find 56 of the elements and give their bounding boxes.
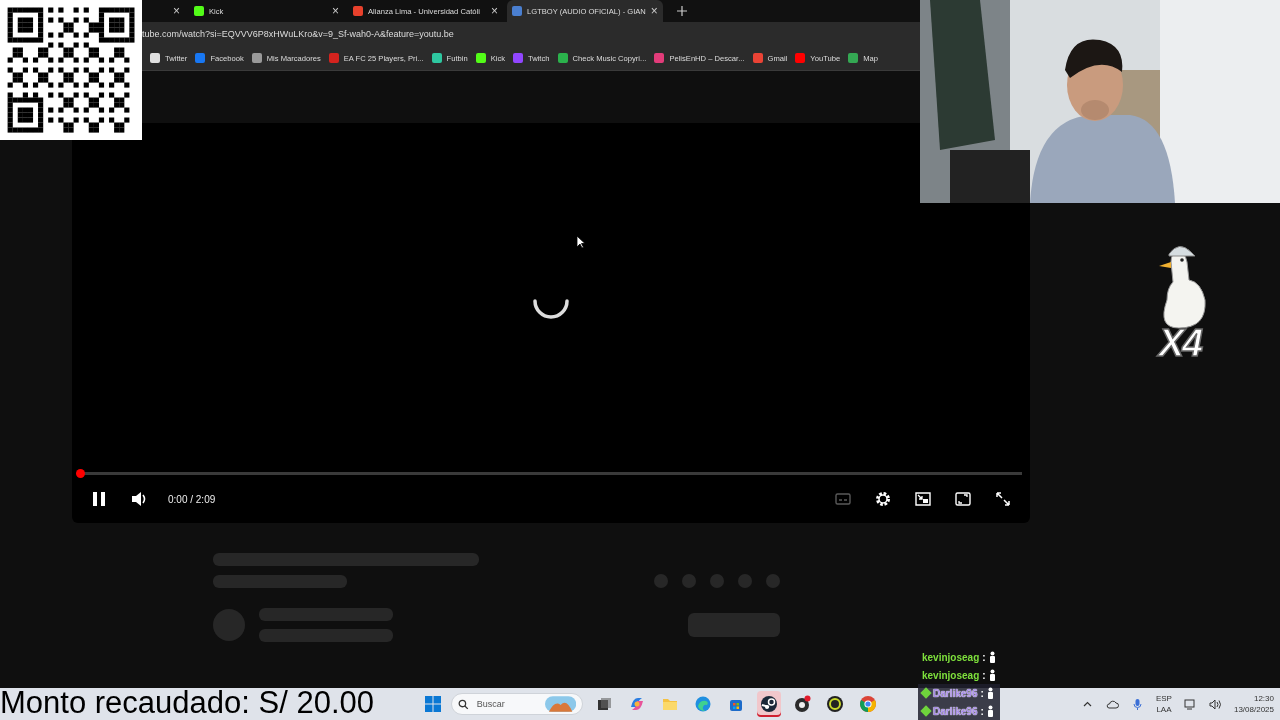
pause-icon[interactable] <box>90 490 108 508</box>
loading-spinner-icon <box>533 298 569 319</box>
network-icon[interactable] <box>1183 697 1197 711</box>
skeleton-dot <box>654 574 668 588</box>
landscape-icon <box>544 696 576 712</box>
skeleton-dot <box>766 574 780 588</box>
search-icon <box>458 698 469 710</box>
close-icon[interactable]: × <box>173 4 180 18</box>
settings-icon[interactable] <box>874 490 892 508</box>
chat-username: Darlike96 <box>933 705 978 717</box>
microphone-icon[interactable] <box>1130 697 1144 711</box>
windows-logo-icon[interactable] <box>424 695 442 713</box>
chat-username: Darlike96 <box>933 687 978 699</box>
theater-icon[interactable] <box>954 490 972 508</box>
app-icon <box>793 695 811 713</box>
progress-handle[interactable] <box>76 469 85 478</box>
volume-icon[interactable] <box>1208 697 1222 711</box>
chat-separator: : <box>980 687 984 699</box>
figure-icon <box>988 651 996 663</box>
chrome-icon <box>859 695 877 713</box>
chat-username: kevinjoseag <box>922 651 980 663</box>
miniplayer-icon[interactable] <box>914 490 932 508</box>
multiplier-label: X4 <box>1158 324 1202 362</box>
clock-date[interactable]: 13/08/2025 <box>1233 704 1274 715</box>
close-icon[interactable]: × <box>650 4 658 18</box>
close-icon[interactable]: × <box>332 4 339 18</box>
swirl-icon <box>628 695 646 713</box>
taskbar-app[interactable] <box>757 691 781 717</box>
wave-icon <box>694 695 712 713</box>
piston-icon <box>760 695 778 713</box>
skeleton-dot <box>738 574 752 588</box>
skeleton-avatar <box>213 609 245 641</box>
figure-icon <box>986 705 994 717</box>
search-field[interactable]: Buscar <box>451 693 583 715</box>
chat-username: kevinjoseag <box>922 669 980 681</box>
clock-time[interactable]: 12:30 <box>1253 693 1274 704</box>
language-label[interactable]: ESP <box>1155 693 1172 704</box>
time-display: 0:00 / 2:09 <box>168 493 216 505</box>
new-tab-icon[interactable] <box>676 6 687 16</box>
cursor-icon <box>576 235 586 249</box>
chat-separator: : <box>982 669 986 681</box>
address-field[interactable]: tube.com/watch?si=EQVVV6P8xHWuLKro&v=9_Sf-wah0-A&feature=youtu.be <box>142 29 454 39</box>
chat-separator: : <box>982 651 986 663</box>
ring-icon <box>826 695 844 713</box>
volume-icon[interactable] <box>130 490 148 508</box>
figure-icon <box>988 669 996 681</box>
figure-icon <box>986 687 994 699</box>
keyboard-layout-label[interactable]: LAA <box>1156 704 1172 715</box>
task-view-icon <box>595 695 613 713</box>
donation-total: Monto recaudado: S/ 20.00 <box>0 686 374 720</box>
close-icon[interactable]: × <box>491 4 498 18</box>
skeleton-dot <box>710 574 724 588</box>
skeleton-dot <box>682 574 696 588</box>
fullscreen-icon[interactable] <box>994 490 1012 508</box>
chat-separator: : <box>980 705 984 717</box>
search-input[interactable]: Buscar <box>474 698 539 710</box>
